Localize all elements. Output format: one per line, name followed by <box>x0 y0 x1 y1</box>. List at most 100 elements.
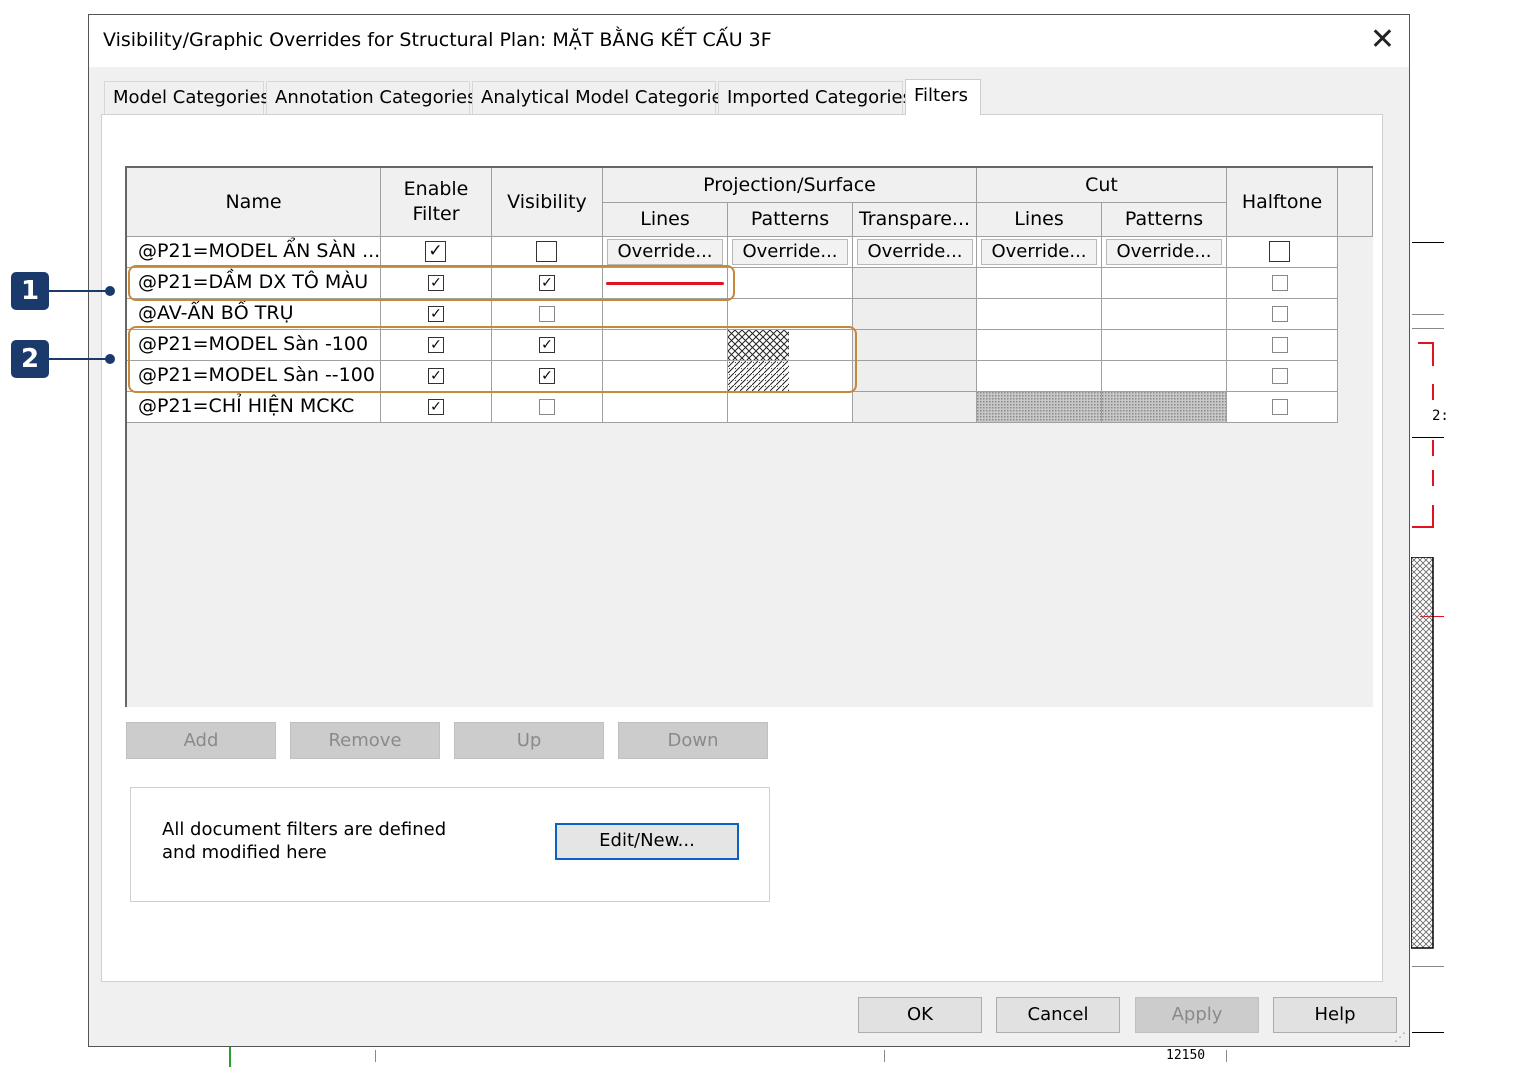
proj-lines-cell[interactable] <box>603 392 728 423</box>
transparency-cell[interactable] <box>853 330 977 361</box>
drawing-dimension-text: 12150 <box>1166 1048 1206 1063</box>
add-button[interactable]: Add <box>126 722 276 759</box>
cancel-button[interactable]: Cancel <box>996 997 1120 1033</box>
cut-patterns-cell: Override... <box>1102 237 1227 268</box>
tab-filters[interactable]: Filters <box>905 79 981 115</box>
drawing-line <box>1412 1032 1444 1033</box>
filters-grid: Name Enable Filter Visibility Projection… <box>125 166 1373 707</box>
cut-lines-cell[interactable] <box>977 330 1102 361</box>
halftone-cell <box>1227 330 1338 361</box>
halftone-cell <box>1227 299 1338 330</box>
apply-button[interactable]: Apply <box>1135 997 1259 1033</box>
column-header-visibility[interactable]: Visibility <box>492 168 603 237</box>
cut-patterns-cell[interactable] <box>1102 361 1227 392</box>
proj-patterns-cell[interactable] <box>728 268 853 299</box>
cut-patterns-cell[interactable] <box>1102 392 1227 423</box>
dialog-title: Visibility/Graphic Overrides for Structu… <box>103 29 772 51</box>
drawing-side-text: 2: <box>1432 408 1449 424</box>
row-name[interactable]: @P21=MODEL ẨN SÀN ... <box>127 237 381 268</box>
halftone-cell <box>1227 237 1338 268</box>
transparency-cell[interactable] <box>853 392 977 423</box>
remove-button[interactable]: Remove <box>290 722 440 759</box>
column-header-cut-patterns[interactable]: Patterns <box>1102 203 1227 237</box>
enable-filter-checkbox[interactable]: ✓ <box>428 306 444 322</box>
down-button[interactable]: Down <box>618 722 768 759</box>
drawing-line <box>229 1047 231 1067</box>
resize-grip-icon[interactable]: ⋰ <box>1394 1030 1406 1044</box>
column-header-halftone[interactable]: Halftone <box>1227 168 1338 237</box>
row-enable-filter-cell: ✓ <box>381 237 492 268</box>
column-header-cut: Cut <box>977 168 1227 203</box>
row-enable-filter-cell: ✓ <box>381 392 492 423</box>
cut-lines-override-button[interactable]: Override... <box>981 239 1097 265</box>
column-header-transparency[interactable]: Transpare... <box>853 203 977 237</box>
annotation-connector-1 <box>49 290 111 292</box>
cut-patterns-pattern-swatch <box>1102 392 1226 422</box>
transparency-cell[interactable] <box>853 299 977 330</box>
cut-lines-cell: Override... <box>977 237 1102 268</box>
annotation-dot-1 <box>105 286 115 296</box>
drawing-line <box>1412 314 1444 315</box>
row-visibility-cell <box>492 237 603 268</box>
drawing-line <box>1226 1050 1227 1062</box>
close-icon[interactable]: ✕ <box>1370 25 1395 55</box>
drawing-line <box>1412 966 1444 967</box>
halftone-checkbox[interactable] <box>1269 241 1290 262</box>
title-bar: Visibility/Graphic Overrides for Structu… <box>89 15 1409 67</box>
help-button[interactable]: Help <box>1273 997 1397 1033</box>
row-visibility-cell <box>492 392 603 423</box>
cut-patterns-cell[interactable] <box>1102 330 1227 361</box>
drawing-line <box>1412 242 1444 243</box>
info-text: All document filters are defined and mod… <box>162 819 447 863</box>
visibility-checkbox[interactable] <box>536 241 557 262</box>
drawing-line <box>884 1050 885 1062</box>
enable-filter-checkbox[interactable]: ✓ <box>428 399 444 415</box>
tab-annotation-categories[interactable]: Annotation Categories <box>266 81 476 114</box>
transparency-override-button[interactable]: Override... <box>857 239 973 265</box>
tab-imported-categories[interactable]: Imported Categories <box>718 81 912 114</box>
cut-lines-cell[interactable] <box>977 361 1102 392</box>
column-header-enable-filter[interactable]: Enable Filter <box>381 168 492 237</box>
enable-filter-checkbox[interactable]: ✓ <box>425 241 446 262</box>
visibility-checkbox[interactable] <box>539 399 555 415</box>
cut-patterns-override-button[interactable]: Override... <box>1106 239 1222 265</box>
proj-patterns-cell: Override... <box>728 237 853 268</box>
drawing-line <box>1432 470 1434 486</box>
ok-button[interactable]: OK <box>858 997 982 1033</box>
cut-patterns-cell[interactable] <box>1102 299 1227 330</box>
proj-lines-cell: Override... <box>603 237 728 268</box>
edit-new-button[interactable]: Edit/New... <box>555 823 739 860</box>
column-header-name[interactable]: Name <box>127 168 381 237</box>
proj-patterns-cell[interactable] <box>728 392 853 423</box>
halftone-checkbox[interactable] <box>1272 306 1288 322</box>
column-header-cut-lines[interactable]: Lines <box>977 203 1102 237</box>
row-name[interactable]: @P21=CHỈ HIỆN MCKC <box>127 392 381 423</box>
cut-lines-pattern-swatch <box>977 392 1101 422</box>
drawing-line <box>1432 384 1434 400</box>
halftone-checkbox[interactable] <box>1272 399 1288 415</box>
transparency-cell[interactable] <box>853 361 977 392</box>
tab-analytical-model-categories[interactable]: Analytical Model Categories <box>472 81 732 114</box>
up-button[interactable]: Up <box>454 722 604 759</box>
cut-patterns-cell[interactable] <box>1102 268 1227 299</box>
drawing-hatch-strip <box>1411 557 1434 949</box>
halftone-checkbox[interactable] <box>1272 337 1288 353</box>
visibility-checkbox[interactable] <box>539 306 555 322</box>
halftone-checkbox[interactable] <box>1272 368 1288 384</box>
drawing-line <box>375 1050 376 1062</box>
cut-lines-cell[interactable] <box>977 392 1102 423</box>
cut-lines-cell[interactable] <box>977 268 1102 299</box>
halftone-checkbox[interactable] <box>1272 275 1288 291</box>
transparency-cell[interactable] <box>853 268 977 299</box>
halftone-cell <box>1227 361 1338 392</box>
column-header-proj-patterns[interactable]: Patterns <box>728 203 853 237</box>
proj-patterns-override-button[interactable]: Override... <box>732 239 848 265</box>
column-header-proj-lines[interactable]: Lines <box>603 203 728 237</box>
drawing-line <box>1412 437 1444 438</box>
cut-lines-cell[interactable] <box>977 299 1102 330</box>
tab-model-categories[interactable]: Model Categories <box>104 81 270 114</box>
filter-info-box: All document filters are defined and mod… <box>130 787 770 902</box>
drawing-line <box>1412 328 1444 329</box>
proj-lines-override-button[interactable]: Override... <box>607 239 723 265</box>
column-header-spacer <box>1338 168 1373 237</box>
